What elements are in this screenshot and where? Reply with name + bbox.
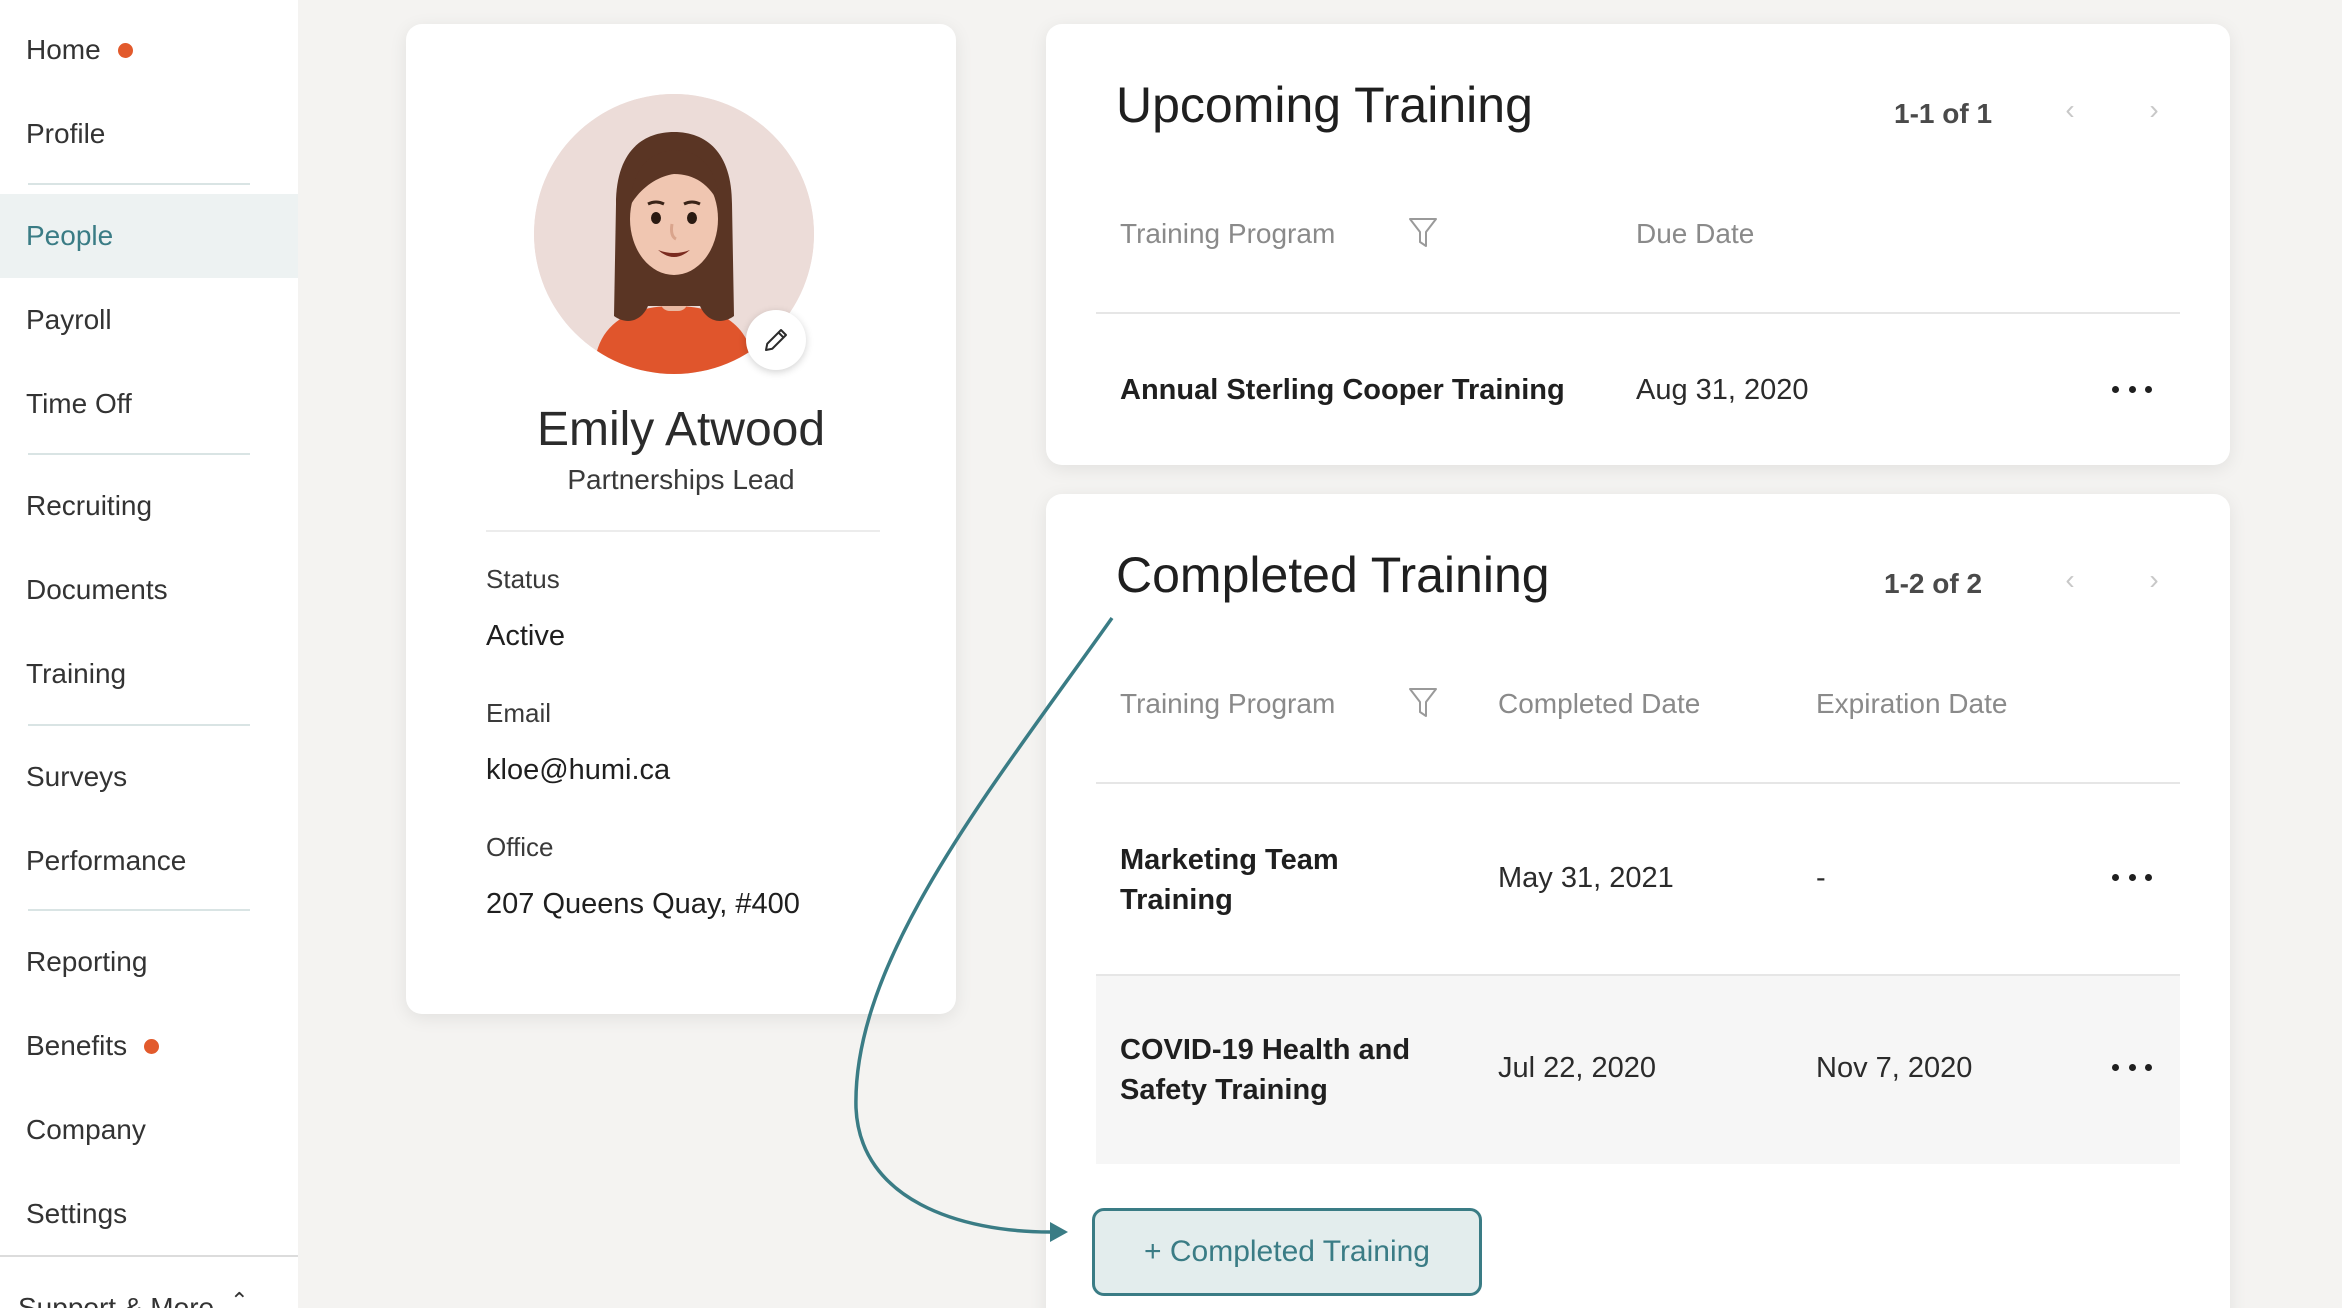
sidebar-item-surveys[interactable]: Surveys [0,735,298,819]
add-completed-training-button[interactable]: + Completed Training [1092,1208,1482,1296]
sidebar-item-settings[interactable]: Settings [0,1172,298,1256]
sidebar-divider [28,724,250,726]
more-dot-icon [2112,1063,2119,1071]
email-label: Email [486,698,552,728]
office-value: 207 Queens Quay, #400 [486,888,800,920]
sidebar-item-recruiting[interactable]: Recruiting [0,464,298,548]
sidebar-item-people[interactable]: People [0,194,298,278]
sidebar-item-reporting[interactable]: Reporting [0,920,298,1004]
profile-role: Partnerships Lead [567,464,795,495]
sidebar-item-label: Company [26,1114,146,1145]
table-row-expiration-date: - [1816,862,1826,894]
pencil-icon [765,329,787,351]
column-header-completed-date: Completed Date [1498,688,1701,719]
filter-icon[interactable] [1408,686,1438,720]
sidebar-divider [28,453,250,455]
table-row-program: Annual Sterling Cooper Training [1120,374,1565,406]
column-header-training-program: Training Program [1120,688,1336,719]
sidebar-item-label: People [26,220,114,251]
sidebar-bottom-divider [0,1255,298,1257]
completed-training-title: Completed Training [1116,547,1550,603]
sidebar-item-support[interactable]: Support & More ⌃ [0,1270,298,1308]
sidebar-item-time-off[interactable]: Time Off [0,362,298,446]
more-dot-icon [2112,385,2119,393]
sidebar-item-profile[interactable]: Profile [0,92,298,176]
row-more-options-button[interactable] [2112,862,2152,892]
sidebar-item-label: Surveys [26,761,128,792]
sidebar-item-label: Performance [26,845,187,876]
table-row-program: COVID-19 Health and Safety Training [1120,1030,1410,1110]
upcoming-training-title: Upcoming Training [1116,77,1533,133]
sidebar-divider [28,183,250,185]
more-dot-icon [2128,1063,2136,1071]
program-name-line: Safety Training [1120,1074,1328,1106]
notification-dot [144,1038,160,1054]
sidebar-item-home[interactable]: Home [0,8,298,92]
column-header-due-date: Due Date [1636,218,1755,249]
sidebar-divider [28,909,250,911]
completed-training-card: Completed Training 1-2 of 2 ‹ › Training… [1046,494,2230,1308]
sidebar-item-benefits[interactable]: Benefits [0,1004,298,1088]
completed-pager-text: 1-2 of 2 [1884,568,1983,599]
sidebar-item-label: Home [26,34,101,65]
sidebar: Home Profile People Payroll Time Off Rec… [0,0,298,1308]
office-label: Office [486,832,554,862]
sidebar-item-payroll[interactable]: Payroll [0,278,298,362]
status-value: Active [486,620,565,652]
table-row-completed-date: Jul 22, 2020 [1498,1052,1657,1084]
program-name-line: Training [1120,884,1233,916]
table-row-due-date: Aug 31, 2020 [1636,374,1809,406]
sidebar-item-label: Recruiting [26,490,153,521]
profile-divider [486,530,880,532]
column-header-expiration-date: Expiration Date [1816,688,2008,719]
table-header-divider [1096,782,2180,784]
filter-icon[interactable] [1408,216,1438,250]
upcoming-next-page-button[interactable]: › [2134,94,2174,126]
sidebar-item-label: Profile [26,118,106,149]
sidebar-item-label: Documents [26,574,168,605]
sidebar-item-company[interactable]: Company [0,1088,298,1172]
profile-name: Emily Atwood [536,403,826,456]
table-row-program: Marketing Team Training [1120,840,1339,920]
sidebar-item-documents[interactable]: Documents [0,548,298,632]
notification-dot [117,42,133,58]
row-more-options-button[interactable] [2112,1052,2152,1082]
upcoming-prev-page-button[interactable]: ‹ [2050,94,2090,126]
sidebar-item-label: Settings [26,1198,128,1229]
more-dot-icon [2128,385,2136,393]
completed-next-page-button[interactable]: › [2134,564,2174,596]
completed-prev-page-button[interactable]: ‹ [2050,564,2090,596]
row-more-options-button[interactable] [2112,374,2152,404]
edit-avatar-button[interactable] [746,310,806,370]
sidebar-item-label: Payroll [26,304,112,335]
program-name-line: Marketing Team [1120,844,1339,876]
table-row-completed-date: May 31, 2021 [1498,862,1674,894]
profile-card: Emily Atwood Partnerships Lead Status Ac… [406,24,956,1014]
sidebar-item-label: Training [26,658,127,689]
table-row-expiration-date: Nov 7, 2020 [1816,1052,1973,1084]
more-dot-icon [2112,873,2119,881]
more-dot-icon [2145,873,2152,881]
sidebar-item-label: Support & More [18,1292,215,1308]
upcoming-pager-text: 1-1 of 1 [1894,98,1993,129]
column-header-training-program: Training Program [1120,218,1336,249]
chevron-up-icon: ⌃ [230,1288,249,1308]
email-value[interactable]: kloe@humi.ca [486,754,670,787]
more-dot-icon [2128,873,2136,881]
upcoming-training-card: Upcoming Training 1-1 of 1 ‹ › Training … [1046,24,2230,465]
status-label: Status [486,564,560,594]
sidebar-item-label: Reporting [26,946,148,977]
sidebar-item-label: Time Off [26,388,132,419]
more-dot-icon [2145,1063,2152,1071]
program-name-line: COVID-19 Health and [1120,1034,1411,1066]
sidebar-item-training[interactable]: Training [0,632,298,716]
table-header-divider [1096,312,2180,314]
more-dot-icon [2145,385,2152,393]
sidebar-item-performance[interactable]: Performance [0,819,298,903]
sidebar-item-label: Benefits [26,1030,128,1061]
